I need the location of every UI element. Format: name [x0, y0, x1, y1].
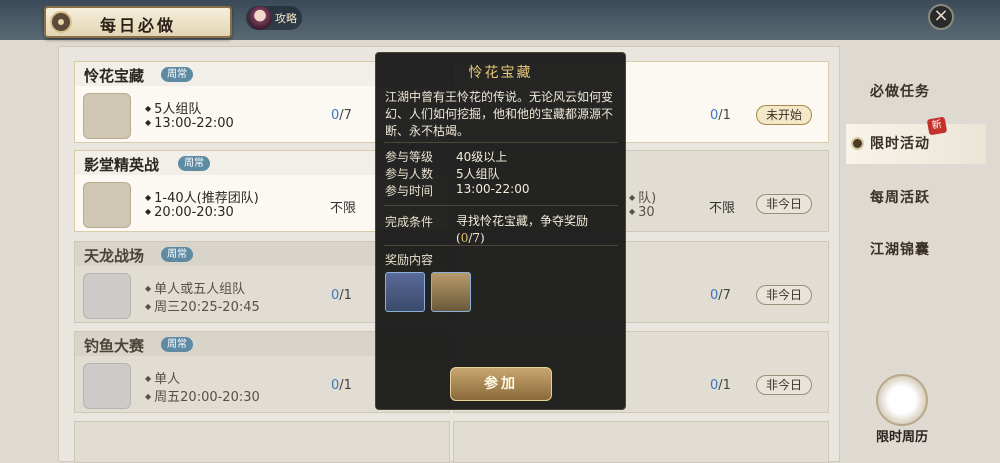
active-tab-dot-icon [853, 139, 862, 148]
card-title: 影堂精英战 [84, 156, 160, 174]
weekly-badge: 周常 [178, 156, 210, 171]
weekly-badge: 周常 [161, 67, 193, 82]
activity-card-partial [74, 421, 450, 463]
avatar [248, 6, 272, 30]
weekly-badge: 周常 [161, 337, 193, 352]
card-time: 13:00-22:00 [145, 116, 234, 131]
page-title-plate: 每日必做 [44, 6, 232, 38]
popup-title: 怜花宝藏 [468, 65, 533, 81]
level-value: 40级以上 [456, 150, 508, 164]
card-time-fragment: 30 [629, 205, 655, 220]
divider [384, 245, 618, 246]
card-count: 0/1 [331, 288, 352, 303]
reward-fan-icon[interactable] [385, 272, 425, 312]
card-team-size-fragment: 队) [629, 187, 656, 206]
close-icon[interactable]: × [928, 4, 954, 30]
strategy-label: 攻略 [275, 12, 297, 25]
card-title: 钓鱼大赛 [84, 337, 145, 355]
join-button[interactable]: 参加 [450, 367, 552, 401]
fishing-bucket-icon [83, 363, 131, 409]
card-time: 周五20:00-20:30 [145, 386, 260, 405]
activity-detail-popup: 怜花宝藏 江湖中曾有王怜花的传说。无论风云如何变幻、人们如何挖掘，他和他的宝藏都… [375, 52, 626, 410]
time-label: 参与时间 [385, 184, 434, 198]
card-count: 0/1 [710, 378, 731, 393]
activity-card-partial [453, 421, 829, 463]
tab-label: 限时活动 [870, 136, 930, 152]
card-team-size: 单人或五人组队 [145, 278, 245, 297]
level-label: 参与等级 [385, 150, 434, 164]
goal-text: 寻找怜花宝藏，争夺奖励 (0/7) [456, 214, 589, 245]
card-title: 怜花宝藏 [84, 67, 145, 85]
tab-daily-tasks[interactable]: 必做任务 [846, 72, 986, 112]
reward-label: 奖励内容 [385, 253, 434, 267]
tab-weekly-active[interactable]: 每周活跃 [846, 178, 986, 218]
reward-chest-icon[interactable] [431, 272, 471, 312]
calendar-label[interactable]: 限时周历 [862, 426, 942, 445]
scroll-letter-icon [83, 182, 131, 228]
status-not-today[interactable]: 非今日 [756, 194, 812, 214]
card-team-size: 5人组队 [145, 98, 201, 117]
strategy-button[interactable]: 攻略 [246, 6, 302, 30]
time-value: 13:00-22:00 [456, 182, 530, 196]
status-not-today[interactable]: 非今日 [756, 285, 812, 305]
card-team-size: 1-40人(推荐团队) [145, 187, 259, 206]
status-not-started[interactable]: 未开始 [756, 105, 812, 125]
popup-description: 江湖中曾有王怜花的传说。无论风云如何变幻、人们如何挖掘，他和他的宝藏都源源不断、… [385, 90, 614, 138]
page-title: 每日必做 [99, 16, 176, 35]
card-limit: 不限 [709, 201, 736, 216]
card-count: 0/1 [710, 108, 731, 123]
card-time: 周三20:25-20:45 [145, 296, 260, 315]
tab-limited-activities[interactable]: 限时活动 [846, 124, 986, 164]
card-limit: 不限 [330, 201, 357, 216]
card-count: 0/7 [710, 288, 731, 303]
card-time: 20:00-20:30 [145, 205, 234, 220]
treasure-map-icon [83, 93, 131, 139]
people-value: 5人组队 [456, 167, 500, 181]
card-title: 天龙战场 [84, 247, 145, 265]
calendar-scroll-icon[interactable] [876, 374, 928, 426]
divider [384, 142, 618, 143]
status-not-today[interactable]: 非今日 [756, 375, 812, 395]
battlefield-gate-icon [83, 273, 131, 319]
card-count: 0/7 [331, 108, 352, 123]
divider [384, 205, 618, 206]
goal-label: 完成条件 [385, 215, 434, 229]
tab-jianghu-tips[interactable]: 江湖锦囊 [846, 230, 986, 270]
new-badge: 新 [926, 116, 948, 136]
card-team-size: 单人 [145, 368, 180, 387]
weekly-badge: 周常 [161, 247, 193, 262]
card-count: 0/1 [331, 378, 352, 393]
people-label: 参与人数 [385, 167, 434, 181]
